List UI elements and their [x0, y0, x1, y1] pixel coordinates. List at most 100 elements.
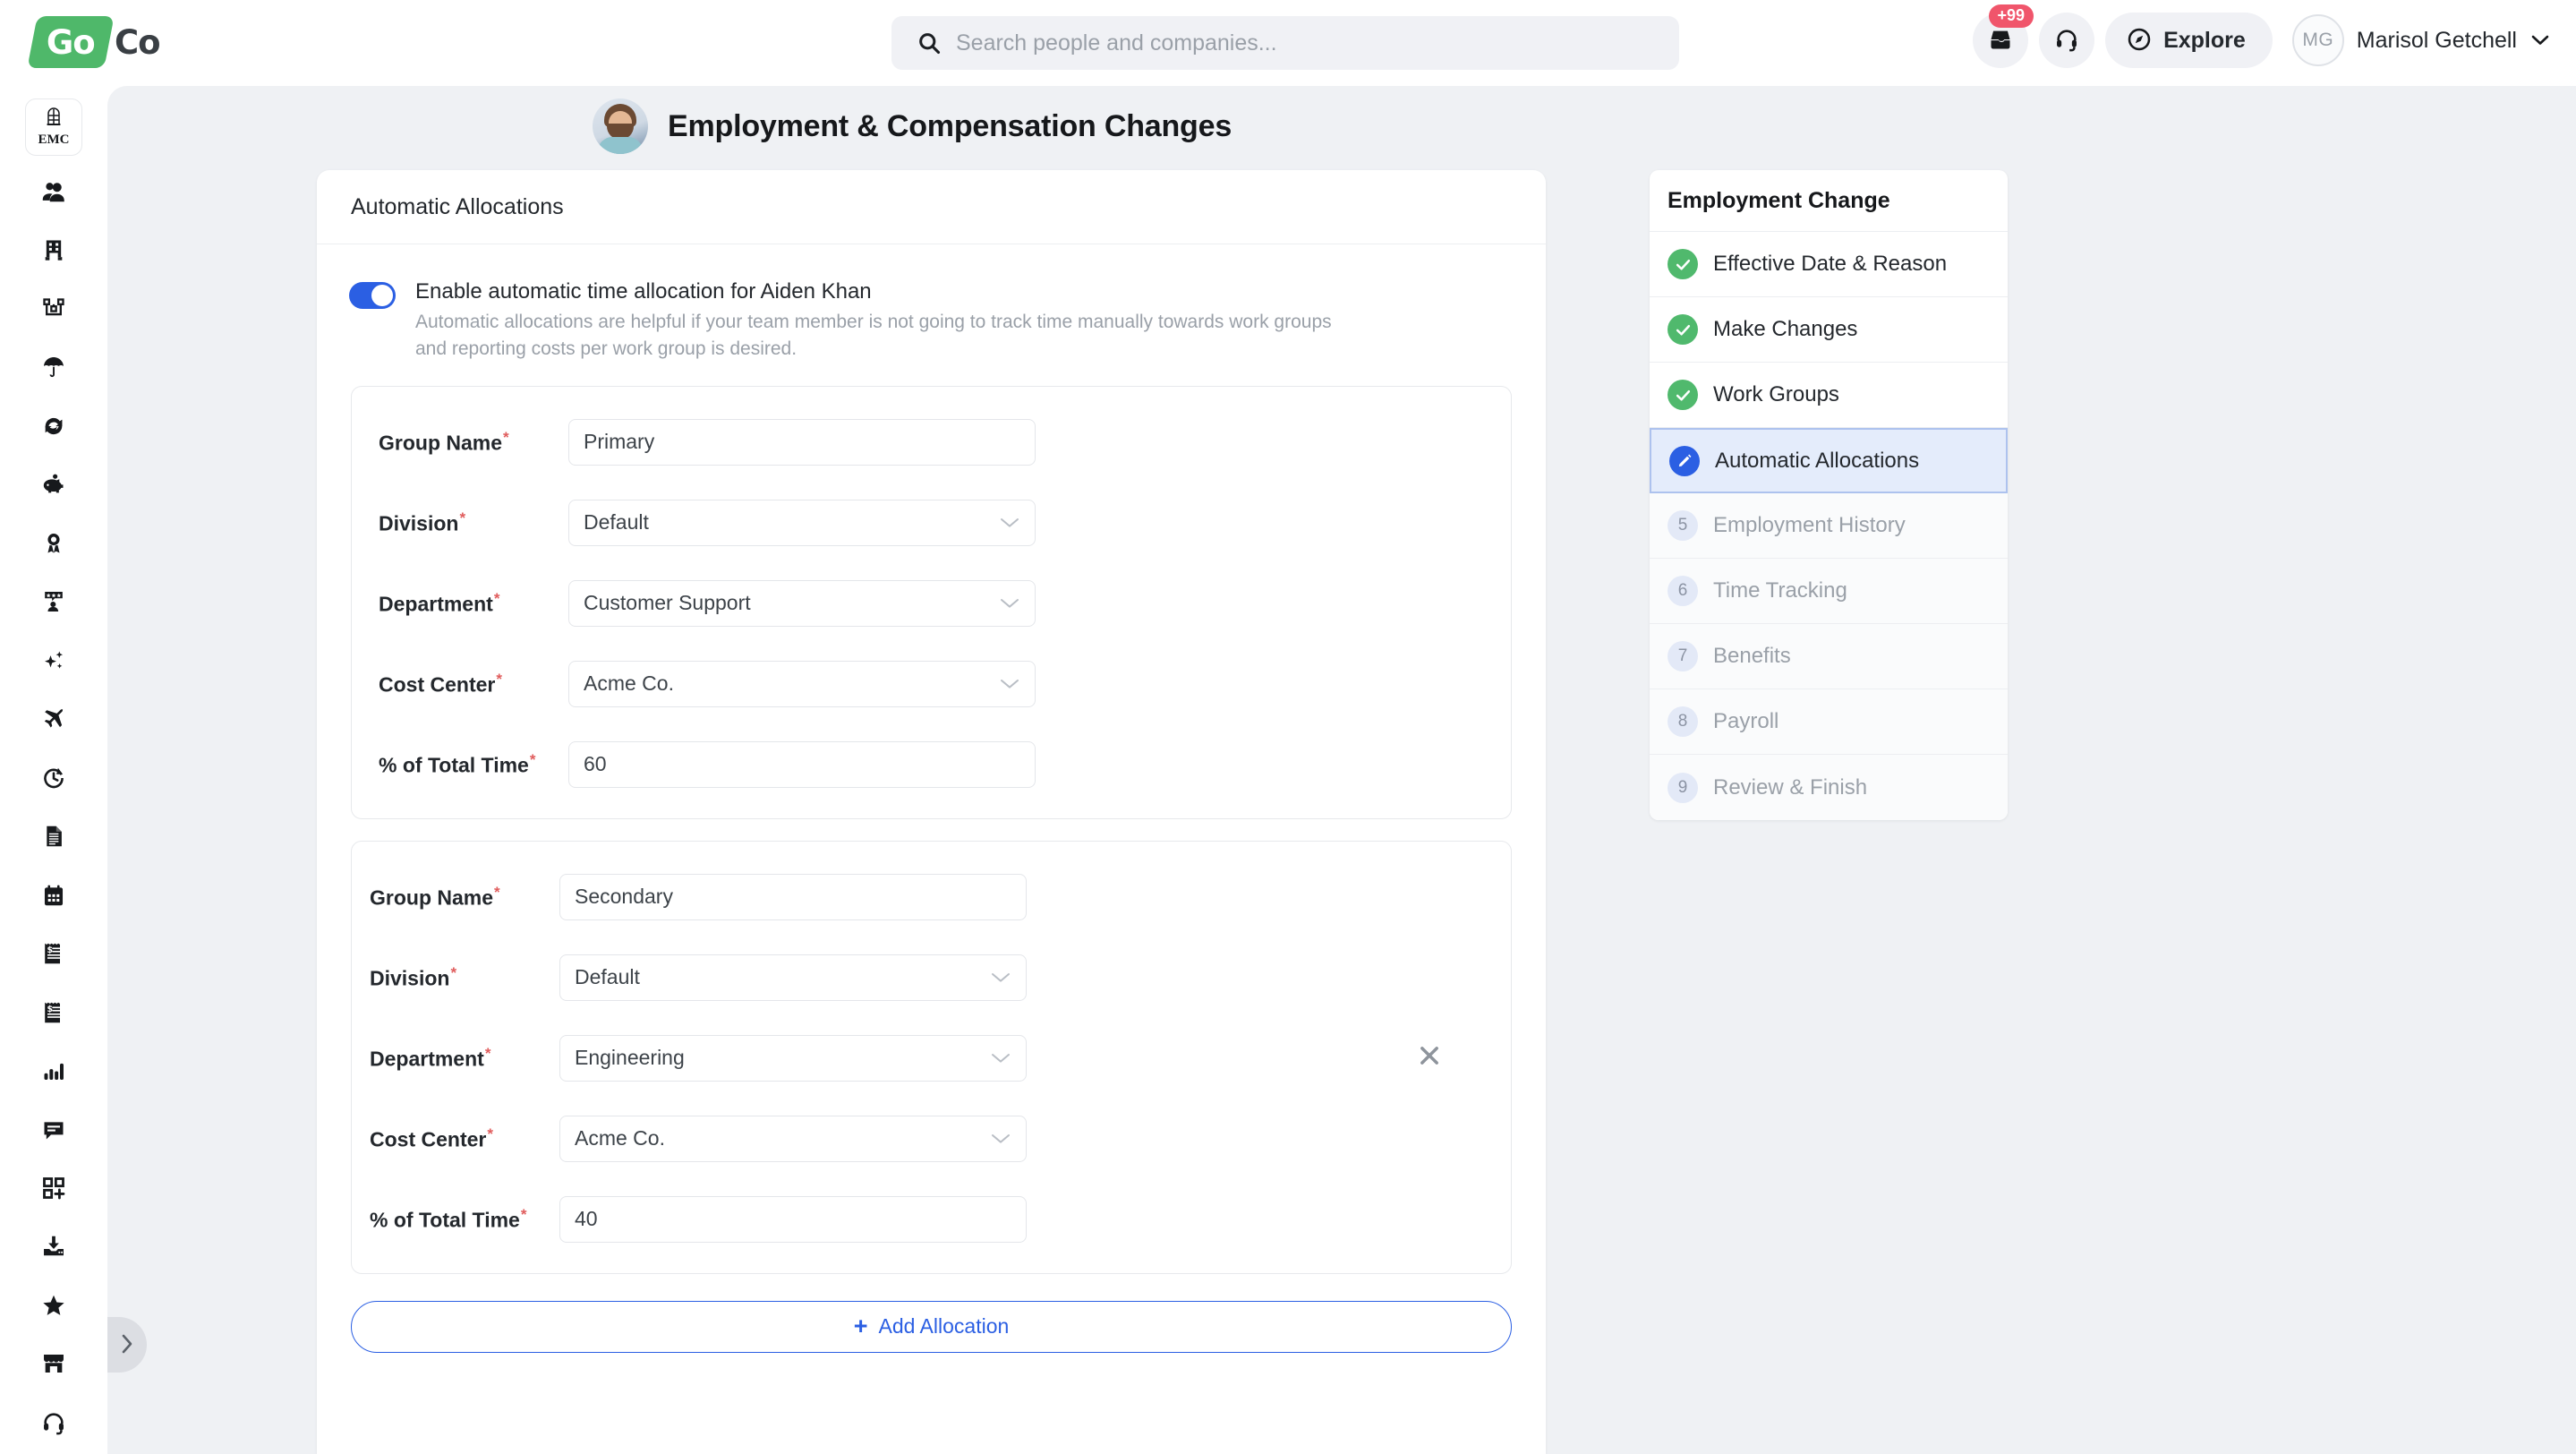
division-value: Default [584, 510, 999, 535]
step-make-changes[interactable]: Make Changes [1650, 297, 2008, 363]
sidebar-item-benefits[interactable] [25, 340, 82, 398]
sidebar-item-favorites[interactable] [25, 1279, 82, 1337]
sidebar-item-apps[interactable] [25, 1161, 82, 1219]
percent-total-time-value: 60 [584, 752, 1020, 776]
search-input[interactable] [956, 30, 1654, 56]
department-value: Engineering [575, 1046, 990, 1070]
step-label: Employment History [1713, 513, 1906, 538]
percent-total-time-input[interactable]: 40 [559, 1196, 1027, 1243]
required-asterisk: * [503, 429, 509, 446]
sidebar-item-time-off[interactable] [25, 692, 82, 750]
sidebar-item-magic[interactable] [25, 633, 82, 691]
sidebar-item-documents[interactable] [25, 809, 82, 868]
step-label: Time Tracking [1713, 578, 1847, 603]
card-header: Automatic Allocations [317, 170, 1546, 244]
step-review-finish[interactable]: 9 Review & Finish [1650, 755, 2008, 820]
field-row-department: Department* Engineering [352, 1035, 1511, 1082]
sidebar-item-invoices[interactable]: $ [25, 985, 82, 1043]
sidebar-item-support[interactable] [25, 1396, 82, 1454]
inbox-button[interactable]: +99 [1973, 13, 2028, 68]
people-icon [40, 178, 67, 210]
search-icon [917, 30, 942, 56]
division-select[interactable]: Default [568, 500, 1036, 546]
sidebar-item-payroll[interactable]: $ [25, 927, 82, 985]
label-percent-total-time: % of Total Time* [370, 1206, 559, 1233]
chevron-down-icon [990, 1132, 1011, 1145]
step-label: Work Groups [1713, 382, 1839, 407]
page-header: Employment & Compensation Changes [593, 98, 1232, 154]
label-cost-center: Cost Center* [379, 671, 568, 697]
sidebar-item-feedback[interactable] [25, 575, 82, 633]
piggy-bank-icon [41, 472, 66, 501]
step-number: 9 [1668, 773, 1698, 803]
step-label: Make Changes [1713, 317, 1857, 342]
department-select[interactable]: Customer Support [568, 580, 1036, 627]
sidebar-item-marketplace[interactable] [25, 1337, 82, 1395]
step-number: 5 [1668, 510, 1698, 541]
field-row-percent-total-time: % of Total Time* 40 [352, 1196, 1511, 1243]
remove-allocation-button[interactable] [1414, 1042, 1445, 1073]
allocation-card: Group Name* Secondary Division* Default [351, 841, 1512, 1274]
label-division: Division* [379, 509, 568, 536]
add-apps-icon [41, 1176, 66, 1205]
step-work-groups[interactable]: Work Groups [1650, 363, 2008, 428]
logo-co-text: Co [115, 23, 160, 62]
umbrella-icon [41, 355, 66, 384]
enable-allocation-label: Enable automatic time allocation for Aid… [415, 278, 1364, 305]
cost-center-select[interactable]: Acme Co. [568, 661, 1036, 707]
check-icon [1668, 249, 1698, 279]
cost-center-select[interactable]: Acme Co. [559, 1116, 1027, 1162]
sidebar-item-time-tracking[interactable] [25, 750, 82, 808]
enable-allocation-toggle[interactable] [349, 282, 396, 309]
group-name-input[interactable]: Secondary [559, 874, 1027, 920]
receipt-dollar-icon: $ [41, 1000, 66, 1030]
allocation-card: Group Name* Primary Division* Default [351, 386, 1512, 819]
group-name-input[interactable]: Primary [568, 419, 1036, 466]
step-effective-date-reason[interactable]: Effective Date & Reason [1650, 232, 2008, 297]
label-group-name: Group Name* [370, 884, 559, 911]
label-group-name: Group Name* [379, 429, 568, 456]
required-asterisk: * [494, 884, 500, 901]
support-headset-button[interactable] [2039, 13, 2094, 68]
sidebar-item-company[interactable] [25, 223, 82, 281]
step-employment-history[interactable]: 5 Employment History [1650, 493, 2008, 559]
chevron-down-icon [999, 596, 1020, 610]
left-nav-rail: EMC [0, 86, 107, 1454]
step-label: Effective Date & Reason [1713, 252, 1947, 277]
avatar: MG [2292, 14, 2344, 66]
field-row-cost-center: Cost Center* Acme Co. [352, 661, 1511, 707]
step-benefits[interactable]: 7 Benefits [1650, 624, 2008, 689]
division-select[interactable]: Default [559, 954, 1027, 1001]
sidebar-item-imports[interactable] [25, 1219, 82, 1278]
cost-center-value: Acme Co. [584, 671, 999, 696]
department-select[interactable]: Engineering [559, 1035, 1027, 1082]
step-automatic-allocations[interactable]: Automatic Allocations [1650, 428, 2008, 493]
add-allocation-label: Add Allocation [879, 1314, 1010, 1339]
step-payroll[interactable]: 8 Payroll [1650, 689, 2008, 755]
review-stars-icon [41, 589, 66, 619]
top-bar-actions: +99 Explore MG Mari [1973, 13, 2549, 68]
sidebar-item-messages[interactable] [25, 1102, 82, 1160]
sidebar-item-people[interactable] [25, 165, 82, 223]
sidebar-item-performance[interactable] [25, 516, 82, 574]
user-menu[interactable]: MG Marisol Getchell [2292, 14, 2549, 66]
plus-icon: + [854, 1314, 868, 1339]
field-row-cost-center: Cost Center* Acme Co. [352, 1116, 1511, 1162]
sidebar-item-company-logo[interactable]: EMC [25, 98, 82, 156]
airplane-icon [41, 706, 66, 736]
building-emc-icon [43, 106, 64, 132]
add-allocation-button[interactable]: + Add Allocation [351, 1301, 1512, 1353]
top-bar: Go Co +99 [0, 0, 2576, 86]
global-search[interactable] [891, 16, 1679, 70]
step-time-tracking[interactable]: 6 Time Tracking [1650, 559, 2008, 624]
explore-button[interactable]: Explore [2105, 13, 2273, 68]
percent-total-time-input[interactable]: 60 [568, 741, 1036, 788]
sidebar-item-reports[interactable] [25, 1044, 82, 1102]
chevron-down-icon [990, 971, 1011, 984]
sidebar-item-sync[interactable] [25, 398, 82, 457]
sidebar-item-org-chart[interactable] [25, 281, 82, 339]
goco-logo[interactable]: Go Co [32, 16, 160, 68]
sidebar-item-savings[interactable] [25, 458, 82, 516]
org-chart-icon [41, 296, 66, 326]
sidebar-item-calendar[interactable] [25, 868, 82, 926]
